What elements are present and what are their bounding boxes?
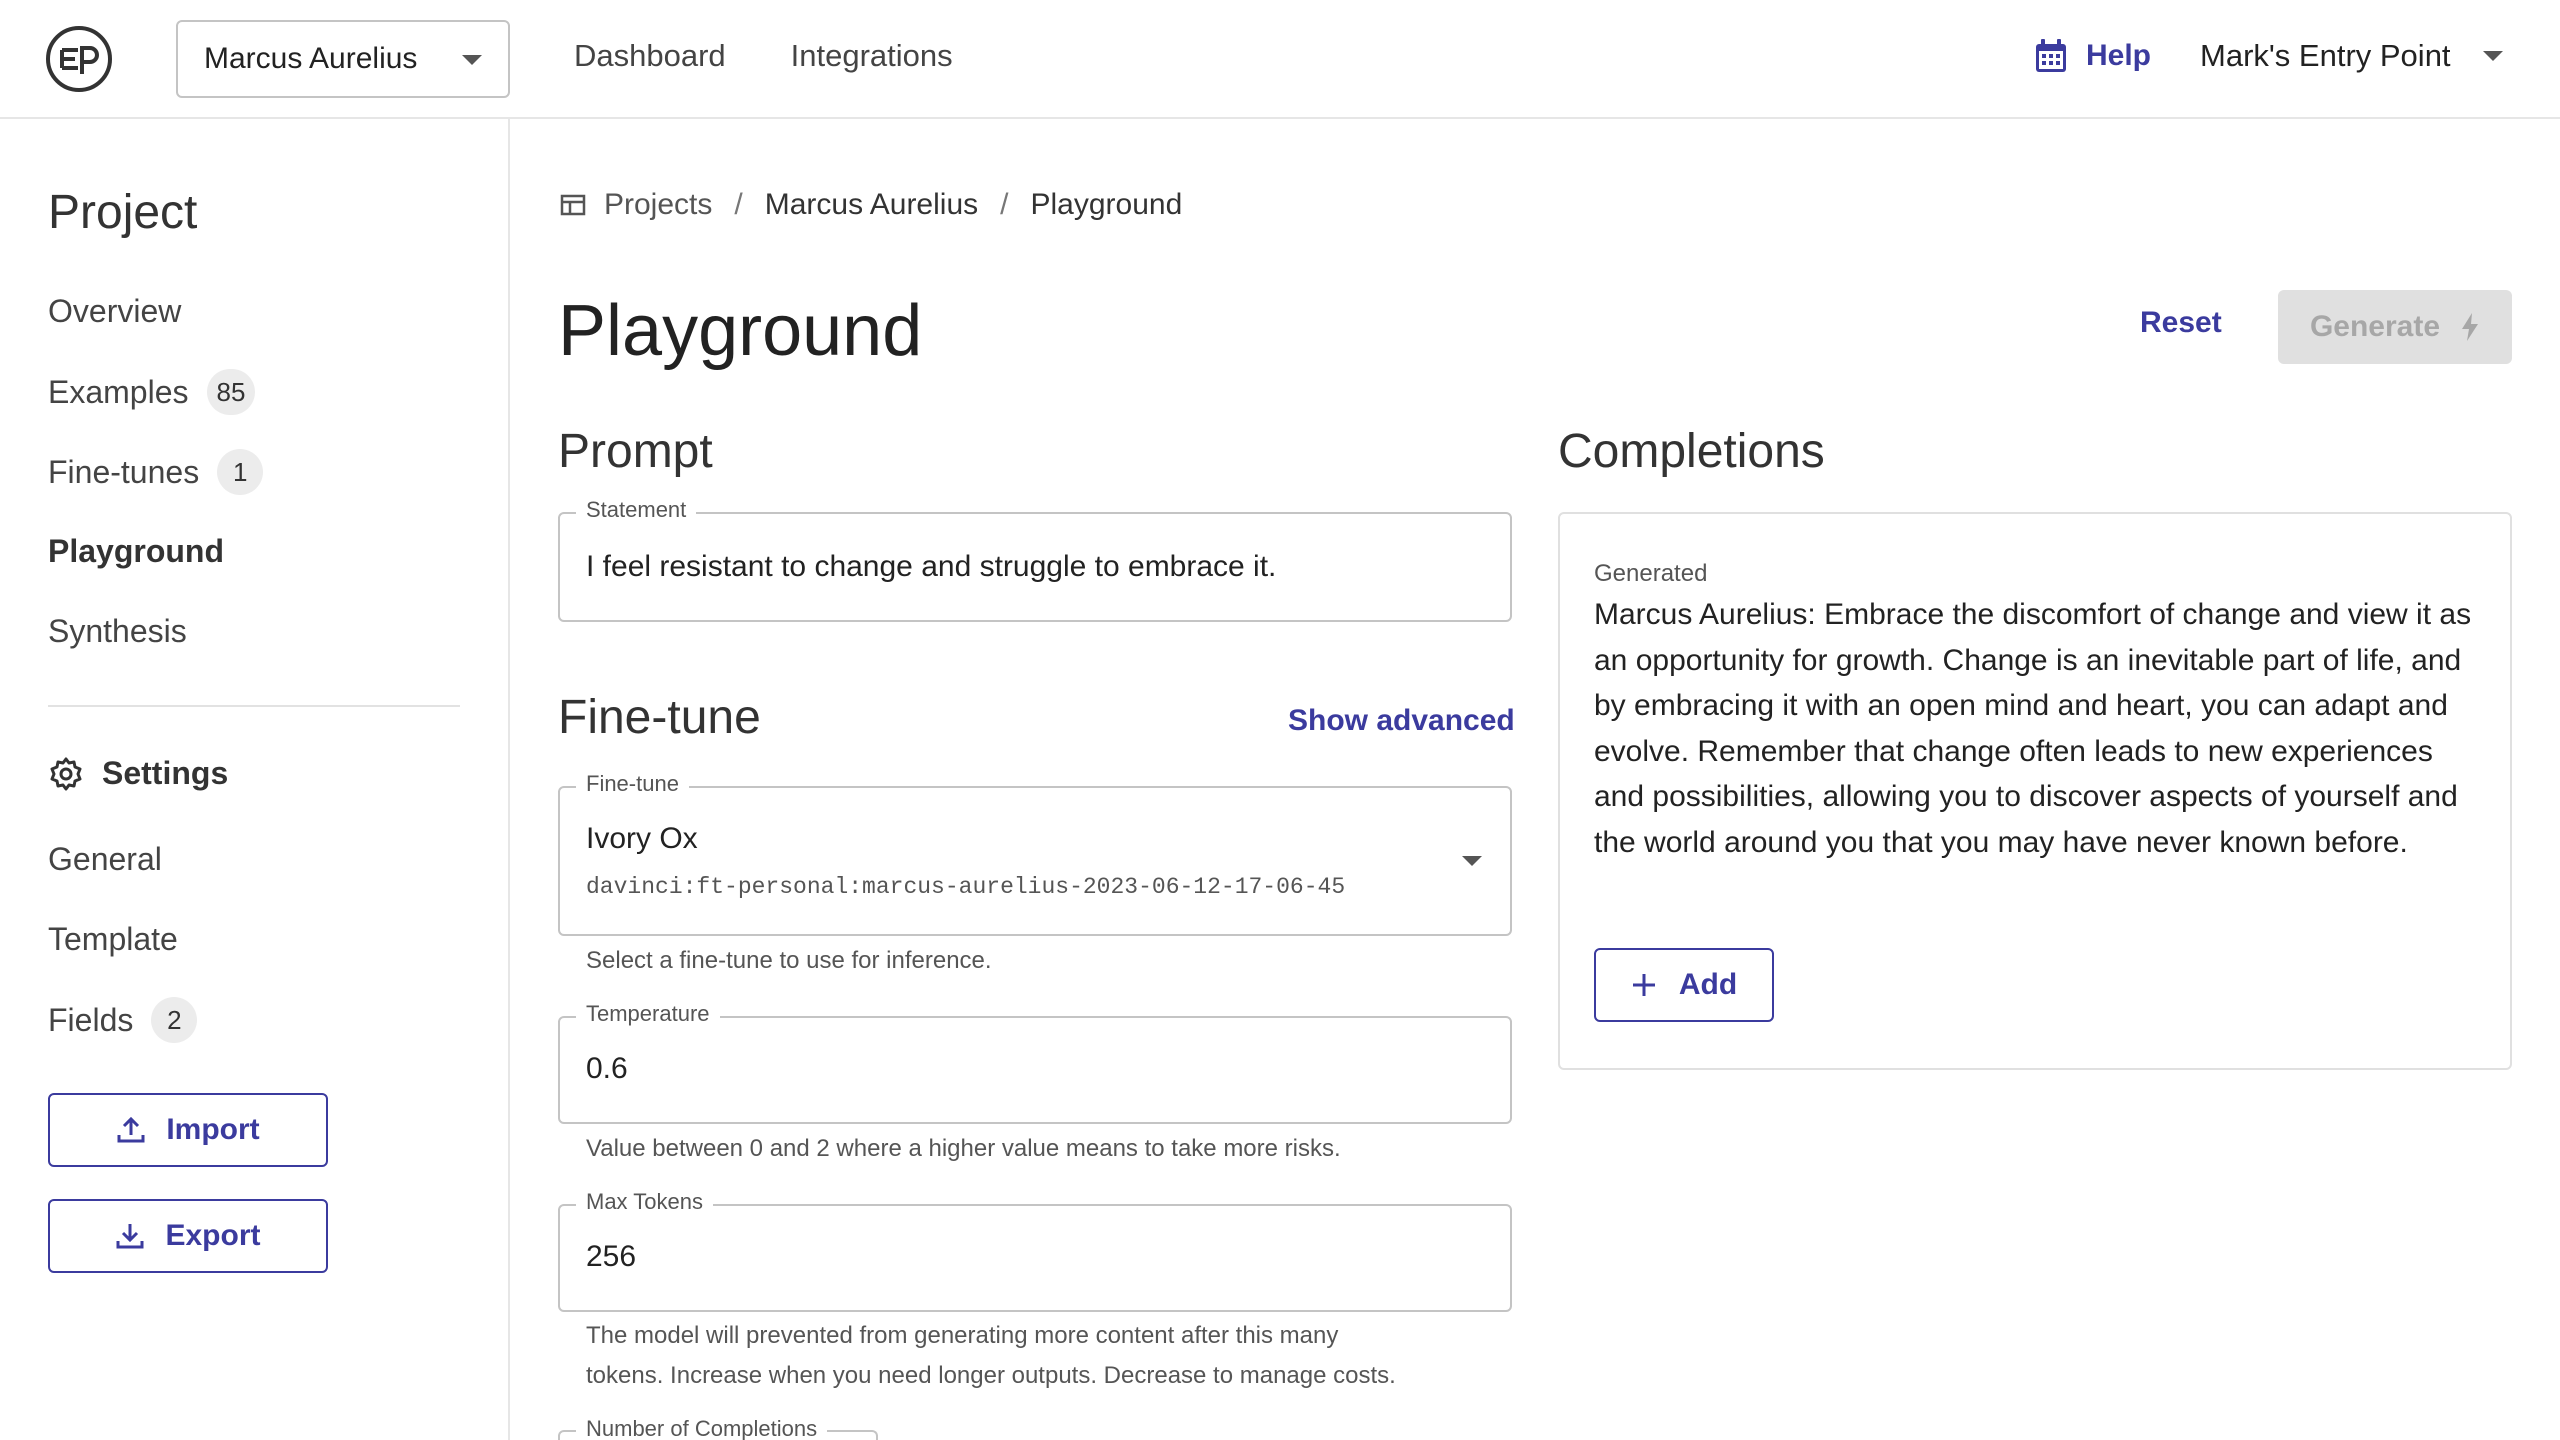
completion-text: Marcus Aurelius: Embrace the discomfort … [1594, 598, 2472, 859]
generate-button[interactable]: Generate [2278, 290, 2512, 364]
sidebar-item-label: Examples [48, 373, 189, 410]
import-button[interactable]: Import [48, 1093, 328, 1167]
max-tokens-value: 256 [586, 1240, 637, 1273]
sidebar-item-label: Template [48, 921, 178, 957]
finetune-select-label: Fine-tune [576, 771, 689, 797]
completion-card: Generated Marcus Aurelius: Embrace the d… [1558, 512, 2512, 1070]
account-name: Mark's Entry Point [2200, 38, 2451, 73]
download-icon [116, 1224, 144, 1249]
page-title: Playground [558, 291, 923, 371]
sidebar-divider [48, 705, 460, 707]
sidebar-item-label: Overview [48, 293, 182, 329]
breadcrumb-separator: / [734, 188, 743, 221]
top-bar: Marcus Aurelius Dashboard Integrations H… [0, 0, 2560, 119]
completion-card-label: Generated [1594, 560, 1708, 587]
logo-icon[interactable] [44, 24, 114, 94]
nav-integrations[interactable]: Integrations [791, 38, 953, 74]
breadcrumb-separator: / [1000, 188, 1009, 221]
show-advanced-button[interactable]: Show advanced [1288, 704, 1515, 738]
finetune-title: Fine-tune [558, 691, 761, 744]
import-label: Import [166, 1113, 260, 1146]
help-link[interactable]: Help [2034, 38, 2151, 74]
temperature-label: Temperature [576, 1001, 720, 1027]
prompt-title: Prompt [558, 425, 713, 478]
temperature-value: 0.6 [586, 1052, 628, 1085]
sidebar-item-label: General [48, 841, 162, 877]
max-tokens-field[interactable]: Max Tokens 256 [558, 1189, 1512, 1312]
sidebar: Project Overview Examples 85 Fine-tunes … [0, 119, 510, 1440]
sidebar-item-label: Fields [48, 1001, 134, 1038]
table-icon [560, 194, 586, 216]
sidebar-item-general[interactable]: General [48, 841, 162, 878]
sidebar-item-overview[interactable]: Overview [48, 293, 181, 330]
sidebar-item-label: Playground [48, 533, 225, 569]
finetune-model-id: davinci:ft-personal:marcus-aurelius-2023… [586, 874, 1346, 900]
account-menu[interactable]: Mark's Entry Point [2200, 38, 2503, 74]
plus-icon [1632, 974, 1655, 996]
upload-icon [117, 1116, 145, 1143]
add-label: Add [1678, 968, 1738, 1001]
sidebar-item-template[interactable]: Template [48, 921, 178, 958]
sidebar-item-label: Fine-tunes [48, 453, 200, 490]
chevron-down-icon [1462, 856, 1482, 866]
bolt-icon [2462, 313, 2479, 341]
add-completion-button[interactable]: Add [1594, 948, 1774, 1022]
completions-count-field[interactable]: Number of Completions [558, 1416, 878, 1440]
breadcrumb-current: Playground [1030, 188, 1183, 221]
top-nav: Dashboard Integrations [574, 38, 953, 74]
sidebar-item-examples[interactable]: Examples 85 [48, 369, 256, 415]
finetune-select-value: Ivory Ox [586, 822, 698, 855]
finetune-helper: Select a fine-tune to use for inference. [586, 947, 992, 974]
statement-value: I feel resistant to change and struggle … [586, 550, 1277, 583]
chevron-down-icon [462, 55, 482, 65]
calendar-icon [2036, 39, 2066, 72]
project-select-value: Marcus Aurelius [204, 42, 418, 75]
temperature-field[interactable]: Temperature 0.6 [558, 1001, 1512, 1124]
settings-label: Settings [102, 755, 229, 791]
settings-heading: Settings [48, 755, 228, 792]
sidebar-item-fine-tunes[interactable]: Fine-tunes 1 [48, 449, 264, 495]
count-badge: 1 [217, 449, 264, 495]
count-badge: 85 [206, 369, 256, 415]
sidebar-item-synthesis[interactable]: Synthesis [48, 613, 187, 650]
chevron-down-icon [2482, 51, 2503, 61]
max-tokens-helper-line-1: The model will prevented from generating… [586, 1322, 1339, 1349]
statement-label: Statement [576, 497, 697, 523]
temperature-helper: Value between 0 and 2 where a higher val… [586, 1135, 1341, 1162]
export-button[interactable]: Export [48, 1199, 328, 1273]
reset-button[interactable]: Reset [2140, 306, 2222, 340]
nav-dashboard[interactable]: Dashboard [574, 38, 726, 74]
export-label: Export [165, 1219, 261, 1252]
finetune-select[interactable]: Fine-tune Ivory Ox davinci:ft-personal:m… [558, 771, 1512, 936]
sidebar-title: Project [48, 186, 198, 239]
completions-count-label: Number of Completions [576, 1416, 828, 1440]
completions-title: Completions [1558, 425, 1825, 478]
breadcrumb-projects[interactable]: Projects [604, 188, 712, 222]
count-badge: 2 [151, 997, 198, 1043]
max-tokens-label: Max Tokens [576, 1189, 713, 1215]
project-select[interactable]: Marcus Aurelius [176, 20, 510, 98]
help-label: Help [2086, 39, 2152, 72]
sidebar-item-label: Synthesis [48, 613, 187, 649]
statement-field[interactable]: Statement I feel resistant to change and… [558, 497, 1512, 622]
max-tokens-helper-line-2: tokens. Increase when you need longer ou… [586, 1362, 1396, 1389]
breadcrumb-project[interactable]: Marcus Aurelius [765, 188, 978, 222]
sidebar-item-fields[interactable]: Fields 2 [48, 997, 198, 1043]
sidebar-item-playground[interactable]: Playground [48, 533, 224, 570]
gear-icon [50, 757, 82, 790]
generate-label: Generate [2309, 310, 2441, 343]
breadcrumb: Projects / Marcus Aurelius / Playground [560, 188, 1182, 222]
